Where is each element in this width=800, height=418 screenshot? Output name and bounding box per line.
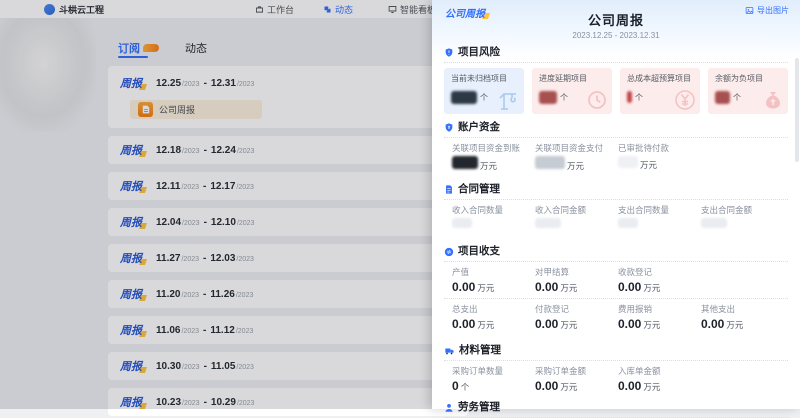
- risk-card-over-budget: 总成本超预算项目 个: [620, 68, 700, 114]
- section-project-risk: 项目风险 当前未归档项目 个 进度延期项目 个 总成本超预算项目 个 余额为负项…: [432, 47, 800, 114]
- stat-receipt-registration: 收款登记 0.00万元: [618, 267, 701, 294]
- drawer-scrollbar[interactable]: [795, 58, 799, 162]
- redacted-value: [627, 91, 632, 103]
- redacted-value: [618, 156, 638, 168]
- stat-inbound-receipt-amount: 入库单金额 0.00万元: [618, 366, 701, 393]
- section-account-funds: 账户资金 关联项目资金到账 万元 关联项目资金支付 万元 已审批待付款 万元: [432, 122, 800, 170]
- stat-funds-paid: 关联项目资金支付 万元: [535, 143, 618, 170]
- shield-yen-icon: [444, 122, 454, 133]
- truck-icon: [444, 346, 455, 356]
- stat-purchase-order-count: 采购订单数量 0个: [452, 366, 535, 393]
- stat-income-contract-amount: 收入合同金额: [535, 205, 618, 232]
- stat-funds-received: 关联项目资金到账 万元: [452, 143, 535, 170]
- divider: [444, 360, 788, 361]
- divider: [444, 298, 788, 299]
- redacted-value: [701, 218, 727, 228]
- redacted-value: [539, 91, 557, 104]
- divider: [444, 137, 788, 138]
- redacted-value: [618, 218, 638, 228]
- contract-doc-icon: [444, 184, 454, 195]
- redacted-value: [452, 218, 472, 228]
- section-labor: 劳务管理: [432, 402, 800, 418]
- stat-approved-pending: 已审批待付款 万元: [618, 143, 701, 170]
- crane-icon: [497, 88, 521, 112]
- stat-output-value: 产值 0.00万元: [452, 267, 535, 294]
- transfer-circle-icon: [444, 247, 454, 257]
- image-icon: [745, 6, 754, 15]
- stat-total-expense: 总支出 0.00万元: [452, 304, 535, 331]
- export-image-button[interactable]: 导出图片: [745, 5, 789, 16]
- report-date-range: 2023.12.25 - 2023.12.31: [432, 31, 800, 40]
- modal-dim-overlay: [0, 0, 433, 409]
- clock-icon: [585, 88, 609, 112]
- stat-purchase-order-amount: 采购订单金额 0.00万元: [535, 366, 618, 393]
- divider: [444, 62, 788, 63]
- risk-card-negative-balance: 余额为负项目 个: [708, 68, 788, 114]
- stat-expense-reimbursement: 费用报销 0.00万元: [618, 304, 701, 331]
- stat-expense-contract-amount: 支出合同金额: [701, 205, 784, 232]
- risk-card-unarchived: 当前未归档项目 个: [444, 68, 524, 114]
- redacted-value: [715, 91, 730, 104]
- section-materials: 材料管理 采购订单数量 0个 采购订单金额 0.00万元 入库单金额 0.00万…: [432, 345, 800, 393]
- stat-settlement-party-a: 对甲结算 0.00万元: [535, 267, 618, 294]
- stat-income-contract-count: 收入合同数量: [452, 205, 535, 232]
- person-icon: [444, 403, 454, 413]
- stat-expense-contract-count: 支出合同数量: [618, 205, 701, 232]
- stat-other-expense: 其他支出 0.00万元: [701, 304, 784, 331]
- stat-payment-registration: 付款登记 0.00万元: [535, 304, 618, 331]
- section-project-income-expense: 项目收支 产值 0.00万元 对甲结算 0.00万元 收款登记 0.00万元 总…: [432, 246, 800, 331]
- redacted-value: [535, 156, 565, 169]
- company-weekly-report-drawer: 公司周报 导出图片 公司周报 2023.12.25 - 2023.12.31 项…: [432, 0, 800, 409]
- divider: [444, 199, 788, 200]
- drawer-corner-title: 公司周报: [445, 5, 485, 20]
- money-bag-icon: [761, 88, 785, 112]
- redacted-value: [452, 156, 478, 169]
- risk-card-delayed: 进度延期项目 个: [532, 68, 612, 114]
- divider: [444, 261, 788, 262]
- redacted-value: [535, 218, 561, 228]
- yen-icon: [673, 88, 697, 112]
- section-contracts: 合同管理 收入合同数量 收入合同金额 支出合同数量 支出合同金额: [432, 184, 800, 232]
- shield-alert-icon: [444, 47, 454, 58]
- redacted-value: [451, 91, 477, 104]
